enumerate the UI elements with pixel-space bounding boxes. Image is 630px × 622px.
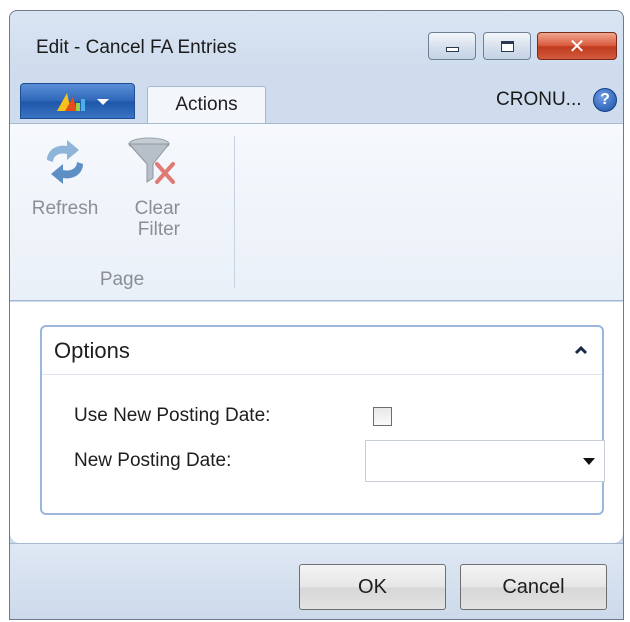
help-icon[interactable]: ?: [593, 88, 617, 112]
minimize-button[interactable]: [428, 32, 476, 60]
ribbon-panel: Refresh Clear Filter Page: [10, 123, 623, 301]
title-bar: Edit - Cancel FA Entries ✕: [10, 11, 623, 79]
options-fasttab: Options Use New Posting Date: New Postin…: [40, 325, 605, 515]
close-button[interactable]: ✕: [537, 32, 617, 60]
company-name[interactable]: CRONU...: [496, 89, 582, 111]
refresh-label: Refresh: [31, 198, 99, 219]
chevron-down-icon[interactable]: [583, 458, 595, 465]
dynamics-logo-icon: [57, 93, 85, 111]
options-title: Options: [54, 338, 130, 363]
dialog-footer: OK Cancel: [10, 543, 623, 619]
clear-filter-label: Clear Filter: [110, 198, 196, 240]
chevron-down-icon: [97, 99, 109, 105]
ribbon-group-divider: [234, 136, 235, 288]
minimize-icon: [446, 47, 459, 52]
close-icon: ✕: [568, 34, 586, 58]
ribbon-group-page-label: Page: [99, 269, 145, 290]
refresh-button[interactable]: Refresh: [22, 134, 108, 254]
new-posting-date-label: New Posting Date:: [74, 450, 232, 471]
dialog-content: Options Use New Posting Date: New Postin…: [10, 302, 623, 543]
tab-actions[interactable]: Actions: [147, 86, 266, 124]
use-new-posting-date-checkbox[interactable]: [373, 407, 392, 426]
clear-filter-icon: [127, 137, 175, 184]
clear-label-line2: Filter: [137, 219, 180, 240]
maximize-button[interactable]: [483, 32, 531, 60]
clear-filter-button[interactable]: Clear Filter: [110, 134, 196, 254]
ribbon-tab-row: Actions CRONU... ?: [10, 79, 623, 124]
cancel-button[interactable]: Cancel: [460, 564, 607, 610]
use-new-posting-date-label: Use New Posting Date:: [74, 405, 271, 426]
window-title: Edit - Cancel FA Entries: [36, 37, 237, 58]
maximize-icon: [501, 41, 514, 52]
clear-label-line1: Clear: [134, 198, 180, 219]
ok-button[interactable]: OK: [299, 564, 446, 610]
options-header[interactable]: Options: [42, 327, 602, 375]
dialog-window: Edit - Cancel FA Entries ✕ Actions CRONU…: [9, 10, 624, 620]
new-posting-date-field[interactable]: [365, 440, 605, 482]
refresh-icon: [47, 140, 83, 184]
chevron-up-icon[interactable]: [574, 345, 588, 355]
application-menu-button[interactable]: [20, 83, 135, 119]
